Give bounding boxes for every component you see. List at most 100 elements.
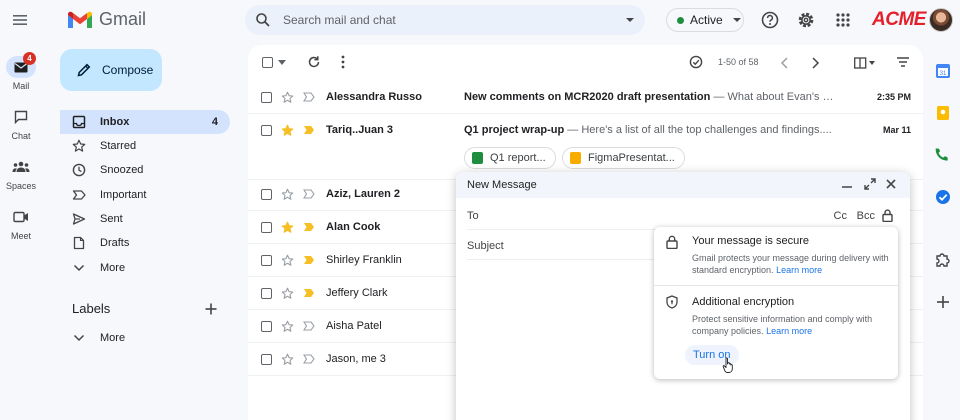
important-filled-icon[interactable] bbox=[303, 288, 315, 298]
addons-puzzle-icon[interactable] bbox=[934, 251, 952, 269]
nav-label: Drafts bbox=[100, 237, 130, 249]
voice-phone-icon[interactable] bbox=[934, 146, 952, 164]
inbox-count: 4 bbox=[211, 116, 218, 128]
compose-button[interactable]: Compose bbox=[60, 49, 162, 91]
additional-title: Additional encryption bbox=[692, 296, 795, 308]
rail-item-mail[interactable]: 4 Mail bbox=[0, 52, 42, 91]
row-checkbox[interactable] bbox=[261, 354, 272, 365]
row-checkbox[interactable] bbox=[261, 222, 272, 233]
secure-title: Your message is secure bbox=[692, 235, 809, 247]
select-options-icon[interactable] bbox=[278, 60, 286, 66]
expand-icon[interactable] bbox=[864, 178, 876, 190]
email-row[interactable]: Alessandra Russo New comments on MCR2020… bbox=[248, 81, 923, 114]
important-filled-icon[interactable] bbox=[303, 255, 315, 265]
search-icon[interactable] bbox=[255, 12, 271, 28]
star-filled-icon[interactable] bbox=[281, 124, 294, 137]
keep-icon[interactable] bbox=[934, 104, 952, 122]
account-avatar[interactable] bbox=[929, 8, 953, 32]
rail-item-spaces[interactable]: Spaces bbox=[0, 156, 42, 191]
important-outline-icon[interactable] bbox=[303, 354, 315, 364]
row-checkbox[interactable] bbox=[261, 92, 272, 103]
row-checkbox[interactable] bbox=[261, 288, 272, 299]
nav-item-drafts[interactable]: Drafts bbox=[60, 231, 230, 255]
get-addons-plus-icon[interactable] bbox=[934, 293, 952, 311]
tasks-icon[interactable] bbox=[934, 188, 952, 206]
to-field[interactable]: To Cc Bcc bbox=[467, 200, 897, 230]
mark-done-icon[interactable] bbox=[689, 55, 703, 69]
gmail-logo[interactable]: Gmail bbox=[67, 9, 146, 30]
split-pane-icon[interactable] bbox=[854, 57, 876, 69]
star-outline-icon[interactable] bbox=[281, 320, 294, 333]
pencil-icon bbox=[77, 63, 91, 77]
settings-gear-icon[interactable] bbox=[796, 10, 816, 30]
nav-item-sent[interactable]: Sent bbox=[60, 207, 230, 231]
app-name: Gmail bbox=[99, 9, 147, 29]
star-filled-icon[interactable] bbox=[281, 221, 294, 234]
row-checkbox[interactable] bbox=[261, 255, 272, 266]
pagination-text: 1-50 of 58 bbox=[718, 57, 759, 67]
send-icon bbox=[72, 213, 86, 225]
email-sender: Alan Cook bbox=[326, 221, 381, 233]
important-outline-icon[interactable] bbox=[303, 92, 315, 102]
attachment-name: FigmaPresentat... bbox=[588, 152, 675, 164]
lock-icon[interactable] bbox=[882, 209, 893, 222]
add-label-icon[interactable] bbox=[204, 302, 218, 316]
rail-item-meet[interactable]: Meet bbox=[0, 206, 42, 241]
important-filled-icon[interactable] bbox=[303, 125, 315, 135]
labels-title: Labels bbox=[72, 301, 111, 316]
filter-icon[interactable] bbox=[896, 56, 910, 68]
help-icon[interactable] bbox=[760, 10, 780, 30]
search-input[interactable] bbox=[283, 5, 603, 35]
minimize-icon[interactable] bbox=[842, 184, 852, 188]
attachment-chip[interactable]: Q1 report... bbox=[464, 147, 556, 169]
nav-item-snoozed[interactable]: Snoozed bbox=[60, 158, 230, 182]
more-options-icon[interactable] bbox=[341, 55, 345, 69]
menu-icon[interactable] bbox=[11, 11, 29, 29]
star-outline-icon[interactable] bbox=[281, 254, 294, 267]
important-filled-icon[interactable] bbox=[303, 222, 315, 232]
search-options-icon[interactable] bbox=[625, 15, 635, 25]
status-selector[interactable]: Active bbox=[666, 8, 744, 32]
select-all-checkbox[interactable] bbox=[262, 57, 273, 68]
star-icon bbox=[72, 139, 86, 152]
nav-label: Inbox bbox=[100, 116, 130, 128]
important-outline-icon[interactable] bbox=[303, 189, 315, 199]
row-checkbox[interactable] bbox=[261, 189, 272, 200]
email-sender: Aisha Patel bbox=[326, 320, 382, 332]
row-checkbox[interactable] bbox=[261, 321, 272, 332]
shield-icon bbox=[666, 295, 678, 309]
star-outline-icon[interactable] bbox=[281, 188, 294, 201]
draft-icon bbox=[73, 236, 85, 250]
learn-more-link[interactable]: Learn more bbox=[766, 326, 812, 336]
nav-item-starred[interactable]: Starred bbox=[60, 134, 230, 158]
rail-label: Chat bbox=[11, 131, 31, 141]
email-snippet: — What about Evan's t... bbox=[710, 91, 834, 103]
search-bar[interactable] bbox=[245, 5, 645, 35]
refresh-icon[interactable] bbox=[307, 55, 321, 69]
chevron-right-icon[interactable] bbox=[810, 57, 820, 69]
close-icon[interactable] bbox=[886, 179, 896, 189]
learn-more-link[interactable]: Learn more bbox=[776, 265, 822, 275]
clock-icon bbox=[72, 163, 86, 177]
nav-item-important[interactable]: Important bbox=[60, 183, 230, 207]
star-outline-icon[interactable] bbox=[281, 91, 294, 104]
star-outline-icon[interactable] bbox=[281, 353, 294, 366]
apps-grid-icon[interactable] bbox=[833, 10, 853, 30]
row-checkbox[interactable] bbox=[261, 125, 272, 136]
important-icon bbox=[72, 190, 86, 200]
compose-header[interactable]: New Message bbox=[456, 172, 910, 198]
nav-item-more[interactable]: More bbox=[60, 256, 230, 280]
mail-toolbar: 1-50 of 58 bbox=[248, 45, 923, 81]
star-outline-icon[interactable] bbox=[281, 287, 294, 300]
labels-more[interactable]: More bbox=[60, 326, 230, 350]
nav-item-inbox[interactable]: Inbox 4 bbox=[60, 110, 230, 134]
rail-item-chat[interactable]: Chat bbox=[0, 106, 42, 141]
cc-button[interactable]: Cc bbox=[834, 210, 847, 222]
calendar-icon[interactable]: 31 bbox=[934, 62, 952, 80]
email-sender: Jeffery Clark bbox=[326, 287, 388, 299]
email-date: Mar 11 bbox=[882, 125, 911, 135]
bcc-button[interactable]: Bcc bbox=[857, 210, 875, 222]
important-outline-icon[interactable] bbox=[303, 321, 315, 331]
chevron-left-icon[interactable] bbox=[780, 57, 790, 69]
attachment-chip[interactable]: FigmaPresentat... bbox=[562, 147, 685, 169]
